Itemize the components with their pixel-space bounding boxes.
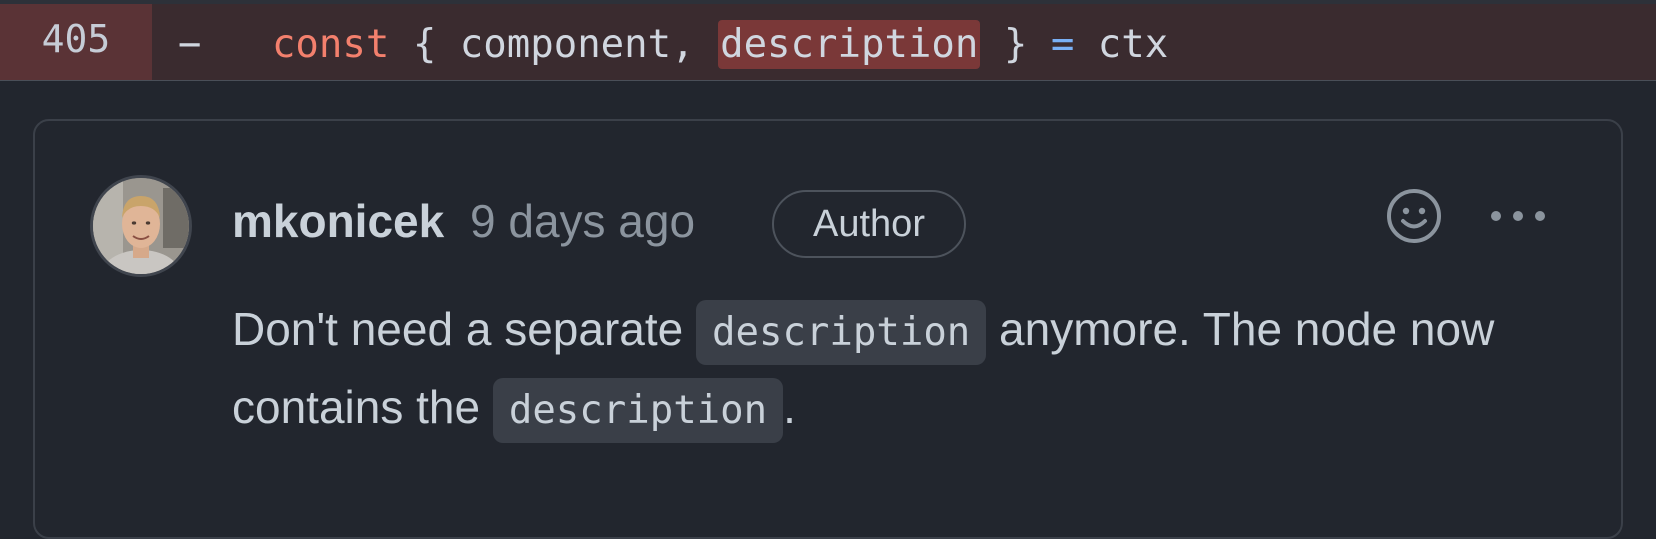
code-identifier: component,: [459, 22, 695, 67]
avatar[interactable]: [90, 175, 192, 277]
code-brace-close: }: [1003, 22, 1028, 67]
comment-text: .: [783, 381, 796, 433]
avatar-photo: [93, 178, 189, 274]
comment-body: Don't need a separate description anymor…: [232, 292, 1562, 448]
code-keyword: const: [271, 22, 390, 67]
kebab-horizontal-icon: [1491, 211, 1545, 221]
more-options-button[interactable]: [1486, 196, 1550, 236]
comment-author-link[interactable]: mkonicek: [232, 193, 444, 249]
code-rhs: ctx: [1097, 22, 1169, 67]
line-number[interactable]: 405: [0, 4, 152, 80]
inline-code: description: [492, 378, 784, 443]
inline-code: description: [696, 300, 987, 365]
code-brace-open: {: [412, 22, 437, 67]
smiley-icon: [1387, 189, 1441, 243]
code-operator: =: [1050, 22, 1075, 67]
code-highlighted-removal: description: [718, 20, 981, 69]
add-reaction-button[interactable]: [1384, 186, 1444, 246]
code-line: − const { component, description } = ctx: [178, 4, 1168, 80]
comment-text: Don't need a separate: [232, 303, 696, 355]
diff-line-removed: 405 − const { component, description } =…: [0, 4, 1656, 81]
author-badge: Author: [772, 190, 966, 258]
comment-timestamp-link[interactable]: 9 days ago: [470, 193, 695, 249]
diff-minus-marker: −: [178, 22, 202, 67]
